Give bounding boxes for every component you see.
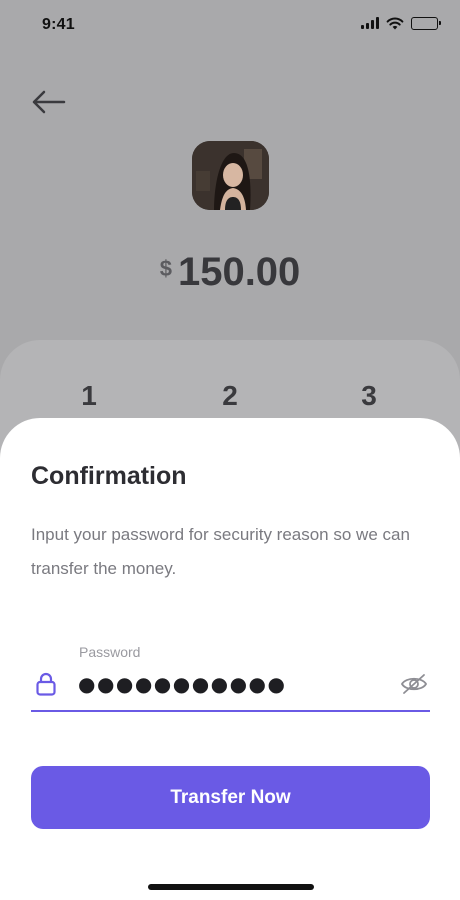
confirmation-sheet: Confirmation Input your password for sec…: [0, 418, 460, 900]
keypad-key-2[interactable]: 2: [200, 380, 260, 412]
eye-off-icon[interactable]: [400, 672, 428, 696]
status-bar: 9:41: [0, 0, 460, 50]
status-icons: [361, 16, 441, 30]
keypad-row: 1 2 3: [0, 380, 460, 420]
avatar-photo: [192, 141, 269, 210]
keypad-key-1[interactable]: 1: [59, 380, 119, 412]
password-underline: [31, 710, 430, 712]
lock-icon: [36, 672, 56, 696]
transfer-amount: $150.00: [0, 250, 460, 295]
amount-value: 150.00: [177, 250, 301, 294]
status-time: 9:41: [42, 16, 75, 33]
transfer-now-button[interactable]: Transfer Now: [31, 766, 430, 829]
battery-icon: [411, 16, 441, 30]
password-field[interactable]: ●●●●●●●●●●●: [78, 672, 286, 696]
signal-icon: [361, 17, 379, 29]
sheet-description: Input your password for security reason …: [31, 525, 410, 578]
arrow-left-icon[interactable]: [28, 86, 68, 118]
keypad-key-3[interactable]: 3: [339, 380, 399, 412]
wifi-icon: [386, 17, 404, 30]
avatar: [192, 141, 269, 210]
currency-symbol: $: [159, 256, 172, 281]
home-indicator: [148, 884, 314, 890]
password-label: Password: [79, 644, 141, 660]
sheet-title: Confirmation: [31, 462, 187, 490]
